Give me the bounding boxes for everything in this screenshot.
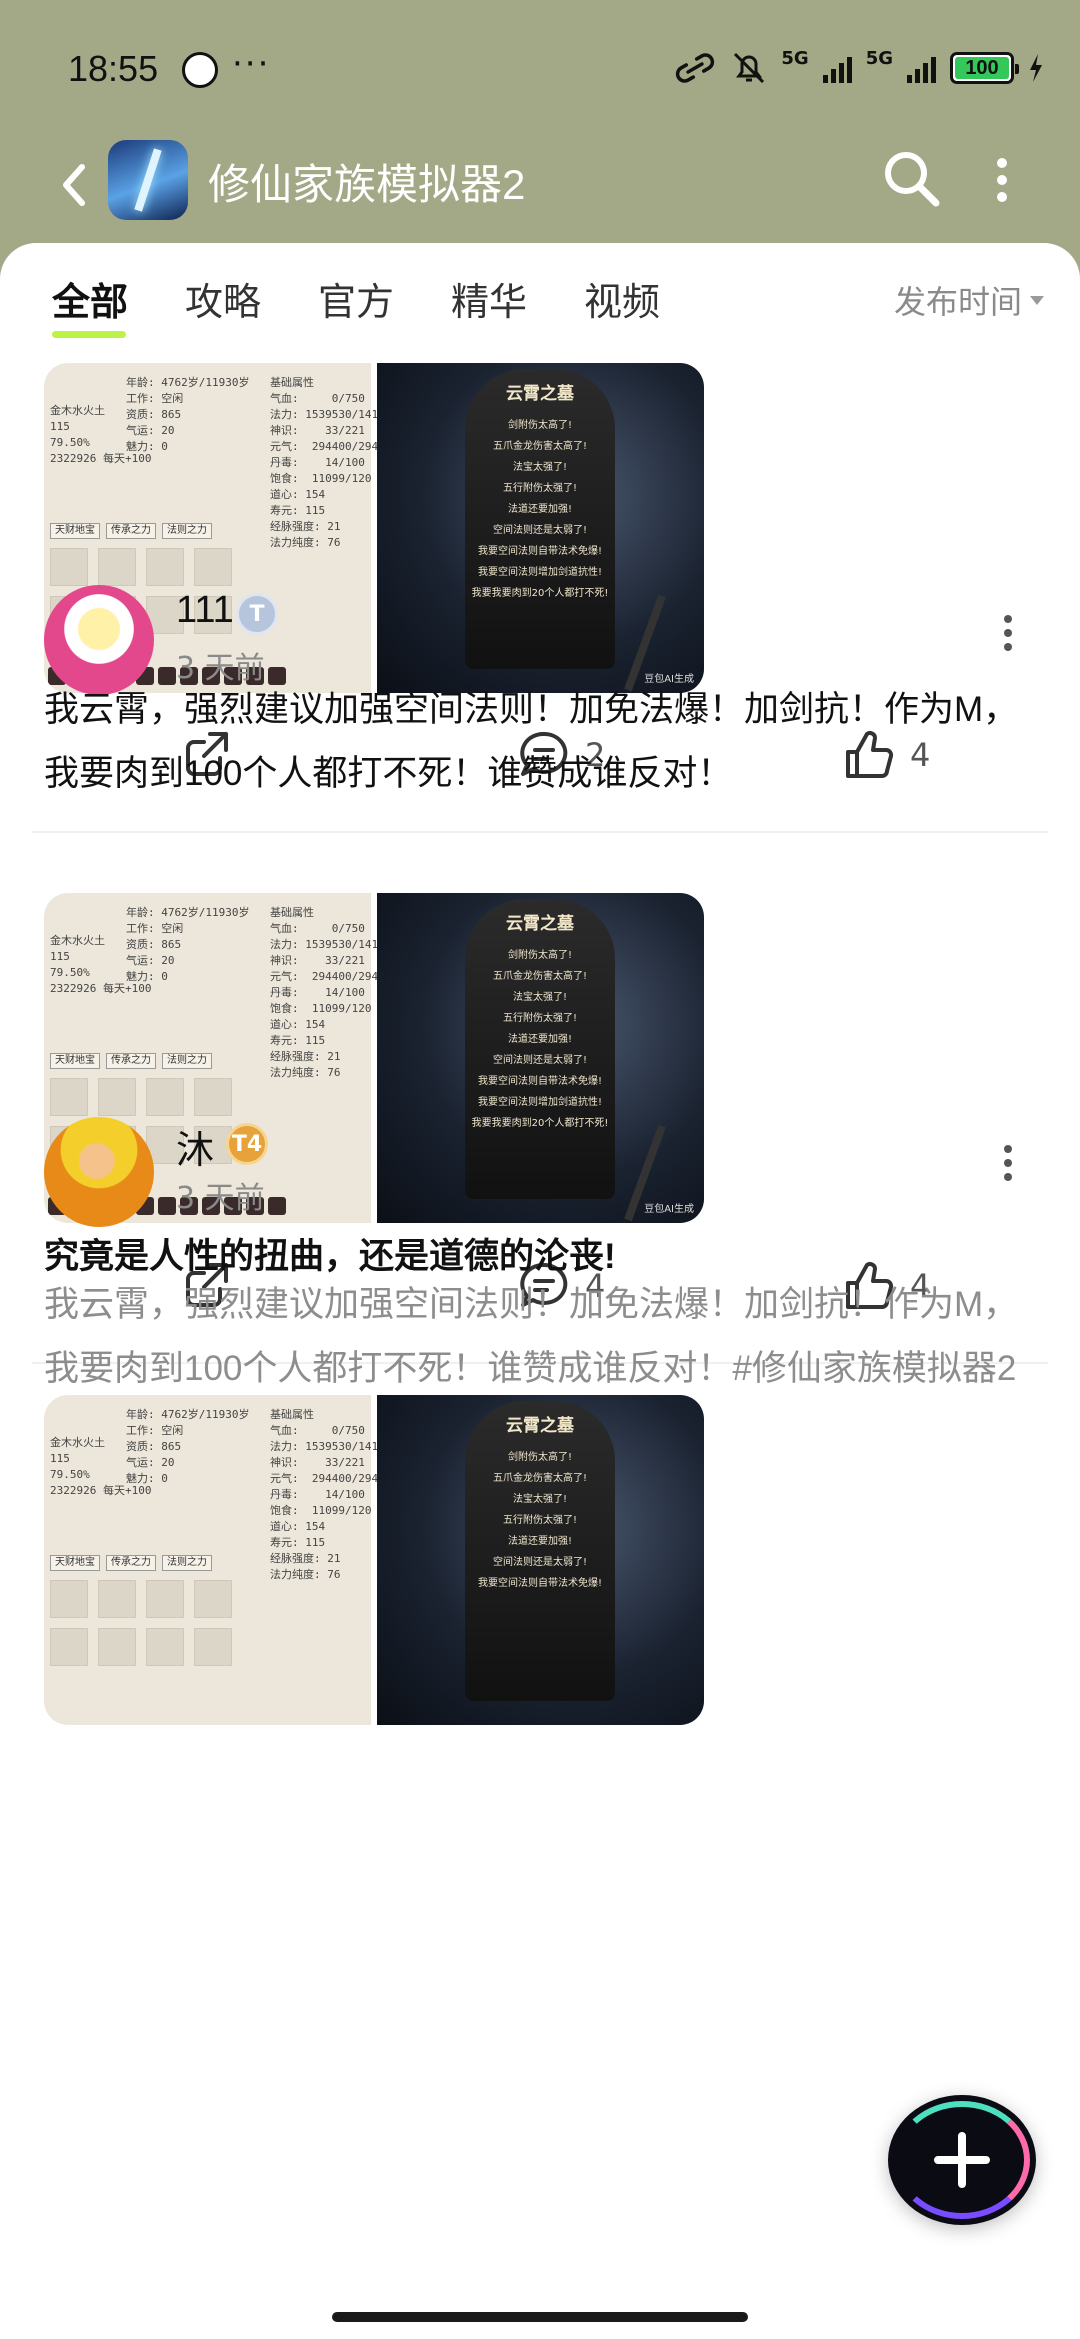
tab-featured[interactable]: 精华 [451,271,527,326]
post-actions [0,470,1080,550]
more-vertical-icon[interactable] [1000,613,1016,653]
stats-button: 法则之力 [162,1053,212,1069]
avatar[interactable] [44,1117,154,1227]
tombstone-lines: 剑附伤太高了! 五爪金龙伤害太高了! 法宝太强了! 五行附伤太强了! 法道还要加强! 空间… [477,1452,602,1589]
home-indicator[interactable] [332,2312,748,2322]
stats-button: 法则之力 [162,1555,212,1571]
plus-icon [934,2132,990,2188]
ai-generated-tag: 豆包AI生成 [644,1204,694,1215]
signal-label-2: 5G [865,48,893,69]
post-body[interactable]: 我云霄，强烈建议加强空间法则！加免法爆！加剑抗！作为M，我要肉到100个人都打不… [44,678,1044,806]
tab-official[interactable]: 官方 [318,271,394,326]
post-image-gallery[interactable]: 金木水火土 115 79.50% 2322926 每天+100 年龄: 4762… [44,1395,704,1725]
stats-attr-text: 基础属性 气血: 0/750 法力: 1539530/141 神识: 33/22… [270,1408,379,1581]
stats-info-text: 年龄: 4762岁/11930岁 工作: 空闲 资质: 865 气运: 20 魅… [126,1408,250,1485]
status-bar: 18:55 ··· 5G 5G 100 [0,0,1080,140]
stats-button: 传承之力 [106,1555,156,1571]
stats-buttons: 天财地宝 传承之力 法则之力 [50,1053,212,1069]
tab-all[interactable]: 全部 [52,271,128,326]
active-tab-indicator [52,331,126,338]
more-vertical-icon[interactable] [992,155,1012,205]
stats-button: 天财地宝 [50,1053,100,1069]
link-icon [676,53,715,83]
qq-notification-icon [182,52,218,88]
signal-bars-2-icon [907,53,936,83]
battery-icon: 100 [950,52,1019,84]
page-title: 修仙家族模拟器2 [208,161,526,208]
tombstone-image[interactable]: 云霄之墓 剑附伤太高了! 五爪金龙伤害太高了! 法宝太强了! 五行附伤太强了! 法道还要… [377,1395,704,1725]
user-level-badge: T [236,593,278,635]
stats-button: 传承之力 [106,1053,156,1069]
stats-info-text: 年龄: 4762岁/11930岁 工作: 空闲 资质: 865 气运: 20 魅… [126,376,250,453]
caret-down-icon [1030,295,1044,305]
charging-icon [1030,54,1042,82]
post-username[interactable]: 111 [176,589,234,632]
search-icon[interactable] [880,147,944,211]
tombstone-title: 云霄之墓 [506,1416,574,1436]
signal-label-1: 5G [781,48,809,69]
stats-screenshot-image[interactable]: 金木水火土 115 79.50% 2322926 每天+100 年龄: 4762… [44,1395,378,1725]
user-level-badge: T4 [226,1123,268,1165]
post-username[interactable]: 沐 [176,1119,214,1174]
app-header: 修仙家族模拟器2 [0,135,1080,245]
sort-label: 发布时间 [893,283,1022,321]
content-sheet: 全部 攻略 官方 精华 视频 发布时间 金木水火土 115 79.50% 232… [0,243,1080,2339]
tombstone-lines: 剑附伤太高了! 五爪金龙伤害太高了! 法宝太强了! 五行附伤太强了! 法道还要加强! 空间… [471,950,609,1129]
stats-buttons: 天财地宝 传承之力 法则之力 [50,1555,212,1571]
status-indicators: 5G 5G 100 [673,48,1044,86]
stats-attr-text: 基础属性 气血: 0/750 法力: 1539530/141 神识: 33/22… [270,906,379,1079]
more-vertical-icon[interactable] [1000,1143,1016,1183]
game-icon[interactable] [108,140,188,220]
tombstone-title: 云霄之墓 [506,914,574,934]
post-body[interactable]: 我云霄，强烈建议加强空间法则！加免法爆！加剑抗！作为M，我要肉到100个人都打不… [44,1273,1044,1401]
post-time: 3 天前 [176,1181,265,1216]
stats-info-text: 年龄: 4762岁/11930岁 工作: 空闲 资质: 865 气运: 20 魅… [126,906,250,983]
signal-bars-1-icon [822,53,852,83]
post-title[interactable]: 究竟是人性的扭曲，还是道德的沦丧! [44,1228,616,1279]
back-arrow-icon[interactable] [54,155,94,215]
create-post-button[interactable] [888,2095,1036,2225]
battery-level: 100 [965,56,999,79]
sort-dropdown[interactable]: 发布时间 [894,277,1044,323]
tombstone-image[interactable]: 云霄之墓 剑附伤太高了! 五爪金龙伤害太高了! 法宝太强了! 五行附伤太强了! 法道还要… [377,893,704,1223]
stats-tiles [50,1580,232,1666]
filter-tabs: 全部 攻略 官方 精华 视频 发布时间 [0,271,1080,341]
tombstone-title: 云霄之墓 [506,384,574,404]
post-divider [32,831,1048,833]
status-time: 18:55 [68,48,159,89]
more-notifications-icon: ··· [232,44,271,84]
mute-bell-icon [734,52,765,84]
tab-guides[interactable]: 攻略 [185,271,261,326]
stats-button: 天财地宝 [50,1555,100,1571]
tab-videos[interactable]: 视频 [584,271,660,326]
